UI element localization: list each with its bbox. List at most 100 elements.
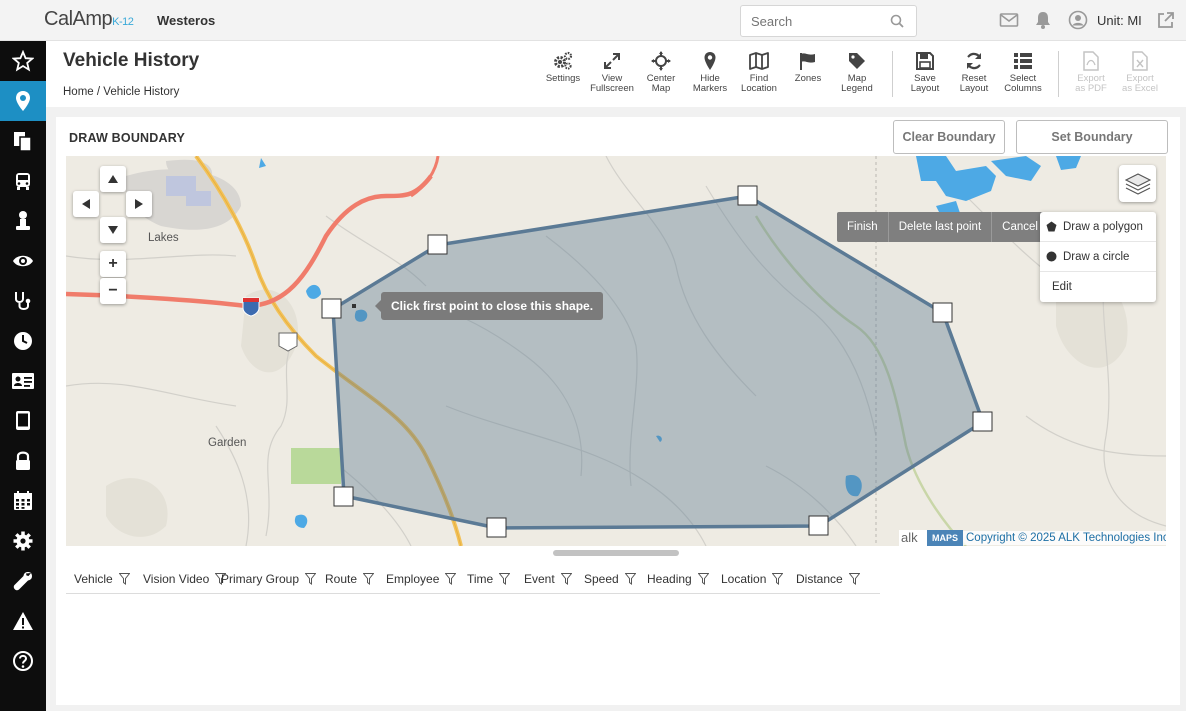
export-pdf-button[interactable]: Export as PDF [1065,51,1117,94]
polygon-vertex-handle[interactable] [486,517,507,538]
pan-right-button[interactable] [126,191,152,217]
sidebar-item-vehicles[interactable] [0,161,46,201]
user-avatar-icon[interactable] [1068,10,1088,33]
edit-shape-option[interactable]: Edit [1040,272,1156,302]
filter-icon[interactable] [848,573,860,585]
search-box[interactable] [740,5,917,37]
sidebar-item-devices[interactable] [0,401,46,441]
sidebar-item-diagnostics[interactable] [0,281,46,321]
column-header[interactable]: Speed [584,572,636,586]
hide-markers-button[interactable]: Hide Markers [684,51,736,94]
polygon-vertex-handle[interactable] [932,302,953,323]
map-view[interactable]: Lakes Garden + − Finish Delete last poin… [66,156,1166,546]
zoom-out-button[interactable]: − [100,278,126,304]
lock-icon [16,451,30,470]
external-link-icon[interactable] [1156,10,1176,33]
logo-suffix: K-12 [112,16,134,28]
filter-icon[interactable] [697,573,709,585]
zones-button[interactable]: Zones [782,51,834,84]
sidebar-item-maintenance[interactable] [0,561,46,601]
save-layout-button[interactable]: Save Layout [899,51,951,94]
sidebar-item-drivers[interactable] [0,201,46,241]
pan-down-button[interactable] [100,217,126,243]
sidebar-item-favorites[interactable] [0,41,46,81]
polygon-vertex-handle[interactable] [321,298,342,319]
polygon-vertex-handle[interactable] [737,185,758,206]
pan-left-button[interactable] [73,191,99,217]
sidebar-item-history[interactable] [0,321,46,361]
filter-icon[interactable] [363,573,375,585]
column-header[interactable]: Employee [386,572,457,586]
filter-icon[interactable] [772,573,784,585]
column-header[interactable]: Location [721,572,784,586]
filter-icon[interactable] [560,573,572,585]
polygon-vertex-handle[interactable] [427,234,448,255]
columns-list-icon [1014,53,1032,69]
sidebar-item-reports[interactable] [0,121,46,161]
filter-icon[interactable] [624,573,636,585]
center-map-label-2: Map [651,83,671,94]
sidebar-item-contacts[interactable] [0,361,46,401]
settings-label: Settings [545,73,581,84]
column-header[interactable]: Primary Group [221,572,317,586]
delete-last-point-button[interactable]: Delete last point [889,212,993,242]
column-header[interactable]: Time [467,572,511,586]
draw-circle-option[interactable]: Draw a circle [1040,242,1156,272]
pan-up-button[interactable] [100,166,126,192]
top-bar: CalAmpK-12 Westeros Unit: MI [0,0,1186,41]
filter-icon[interactable] [305,573,317,585]
search-icon[interactable] [890,14,904,31]
draw-polygon-option[interactable]: Draw a polygon [1040,212,1156,242]
column-header[interactable]: Heading [647,572,709,586]
search-input[interactable] [741,6,881,36]
filter-icon[interactable] [445,573,457,585]
horizontal-scrollbar[interactable] [553,550,679,556]
polygon-vertex-handle[interactable] [972,411,993,432]
clear-boundary-button[interactable]: Clear Boundary [893,120,1005,154]
column-header[interactable]: Distance [796,572,860,586]
wrench-icon [13,572,32,591]
polygon-vertex-handle[interactable] [808,515,829,536]
sidebar-item-security[interactable] [0,441,46,481]
filter-icon[interactable] [499,573,511,585]
refresh-icon [966,52,982,70]
bell-icon[interactable] [1033,10,1053,33]
stethoscope-icon [15,292,31,310]
map-copyright[interactable]: Copyright © 2025 ALK Technologies Inc. [963,531,1166,545]
breadcrumb-home[interactable]: Home [63,86,94,98]
export-pdf-label-2: as PDF [1075,83,1107,94]
polygon-vertex-handle[interactable] [333,486,354,507]
column-header[interactable]: Vision Video [143,572,227,586]
find-location-button[interactable]: Find Location [733,51,785,94]
sidebar-item-help[interactable] [0,641,46,681]
logo-brand: CalAmp [44,8,113,30]
map-legend-button[interactable]: Map Legend [831,51,883,94]
sidebar-item-map[interactable] [0,81,46,121]
map-layers-button[interactable] [1119,165,1156,202]
select-columns-button[interactable]: Select Columns [997,51,1049,94]
column-header[interactable]: Event [524,572,572,586]
sidebar-item-schedule[interactable] [0,481,46,521]
sidebar-item-settings[interactable] [0,521,46,561]
column-header[interactable]: Route [325,572,375,586]
reset-layout-button[interactable]: Reset Layout [948,51,1000,94]
sidebar-item-alerts[interactable] [0,601,46,641]
unit-selector[interactable]: Unit: MI [1097,13,1142,28]
export-excel-button[interactable]: Export as Excel [1114,51,1166,94]
bus-icon [16,173,30,190]
center-map-button[interactable]: Center Map [635,51,687,94]
filter-icon[interactable] [118,573,130,585]
alk-maps-logo: alk MAPS [899,530,963,546]
map-pin-icon [16,91,30,111]
mail-icon[interactable] [999,10,1019,33]
organization-name[interactable]: Westeros [157,13,215,28]
tag-icon [849,53,865,69]
set-boundary-button[interactable]: Set Boundary [1016,120,1168,154]
column-header[interactable]: Vehicle [74,572,130,586]
sidebar-item-monitoring[interactable] [0,241,46,281]
settings-button[interactable]: Settings [537,51,589,84]
view-fullscreen-button[interactable]: View Fullscreen [586,51,638,94]
finish-drawing-button[interactable]: Finish [837,212,889,242]
zoom-in-button[interactable]: + [100,251,126,277]
folded-map-icon [749,52,769,70]
